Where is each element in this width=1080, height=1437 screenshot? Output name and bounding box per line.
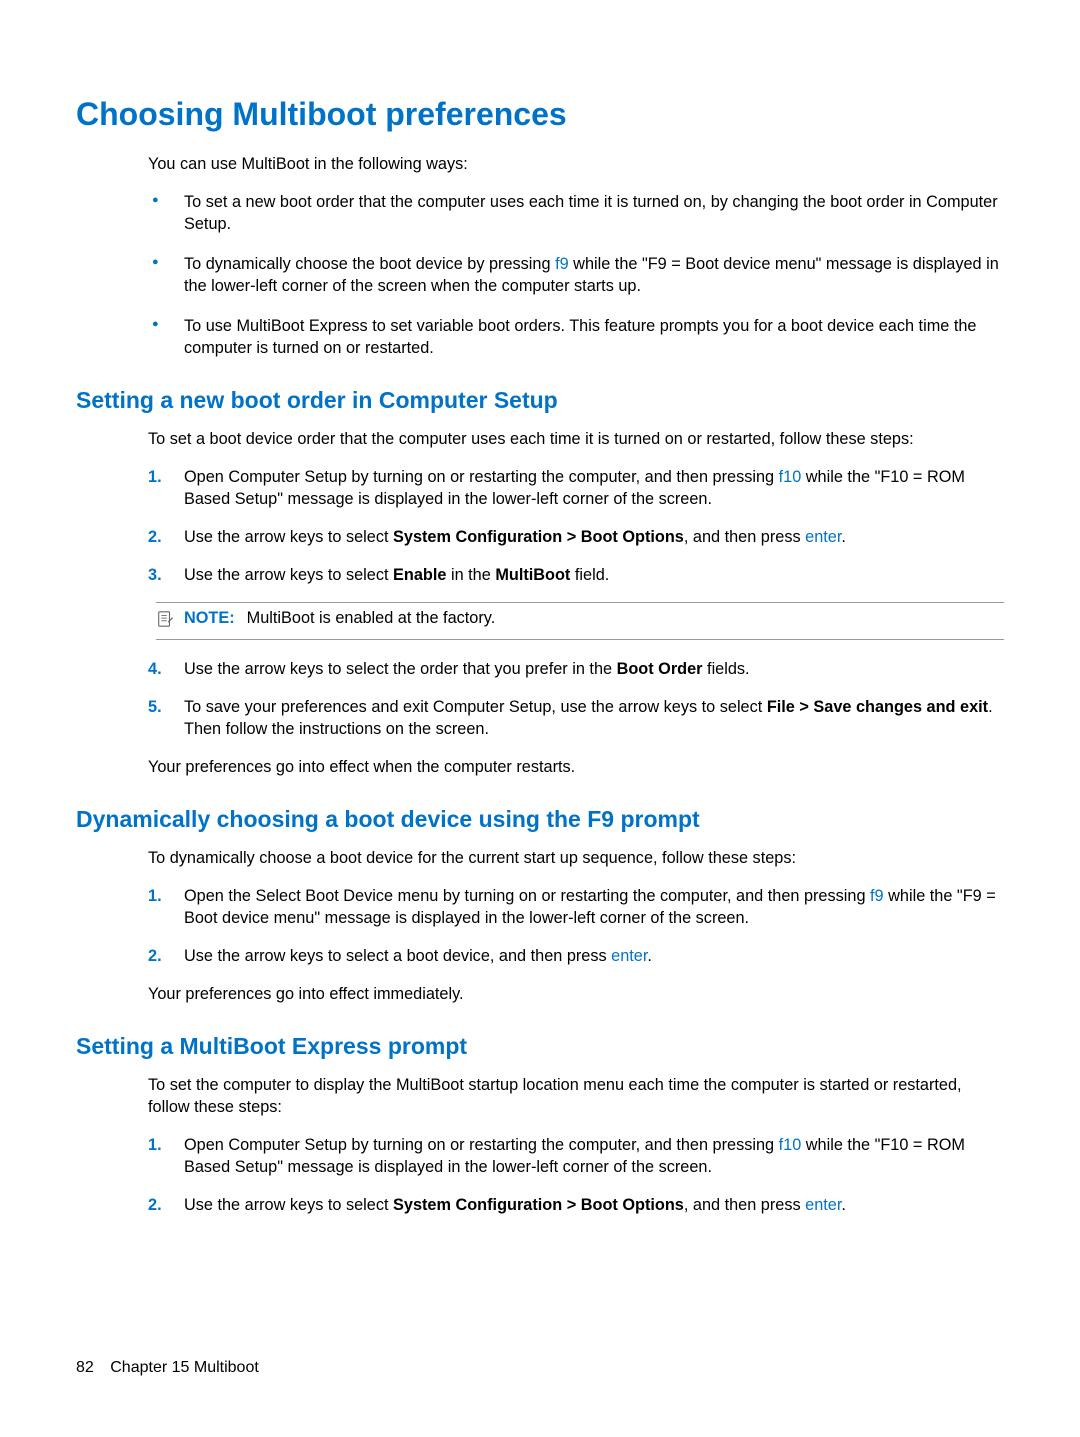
- main-heading: Choosing Multiboot preferences: [76, 96, 1004, 133]
- bullet-list: To set a new boot order that the compute…: [148, 191, 1004, 359]
- list-item: Open Computer Setup by turning on or res…: [148, 1134, 1004, 1178]
- text: , and then press: [684, 528, 805, 546]
- text: Use the arrow keys to select a boot devi…: [184, 947, 611, 965]
- bold-text: Enable: [393, 566, 446, 584]
- text: .: [647, 947, 652, 965]
- chapter-label: Chapter 15 Multiboot: [110, 1359, 259, 1376]
- key-text: enter: [611, 947, 647, 965]
- key-text: f10: [779, 468, 802, 486]
- text: Open the Select Boot Device menu by turn…: [184, 887, 870, 905]
- note-text: MultiBoot is enabled at the factory.: [247, 609, 496, 627]
- ordered-list-cont: Use the arrow keys to select the order t…: [148, 658, 1004, 740]
- text: Use the arrow keys to select: [184, 528, 393, 546]
- section-heading: Dynamically choosing a boot device using…: [76, 806, 1004, 833]
- intro-block: You can use MultiBoot in the following w…: [148, 153, 1004, 359]
- bold-text: System Configuration > Boot Options: [393, 1196, 684, 1214]
- section-outro: Your preferences go into effect immediat…: [148, 983, 1004, 1005]
- ordered-list: Open Computer Setup by turning on or res…: [148, 466, 1004, 586]
- ordered-list: Open the Select Boot Device menu by turn…: [148, 885, 1004, 967]
- text: Use the arrow keys to select: [184, 566, 393, 584]
- section1-body: To set a boot device order that the comp…: [148, 428, 1004, 778]
- text: Use the arrow keys to select: [184, 1196, 393, 1214]
- bold-text: File > Save changes and exit: [767, 698, 988, 716]
- page-number: 82: [76, 1359, 94, 1376]
- section-heading: Setting a MultiBoot Express prompt: [76, 1033, 1004, 1060]
- section-intro: To set the computer to display the Multi…: [148, 1074, 1004, 1118]
- section-intro: To set a boot device order that the comp…: [148, 428, 1004, 450]
- page-content: Choosing Multiboot preferences You can u…: [0, 0, 1080, 1216]
- text: in the: [446, 566, 495, 584]
- list-item: To set a new boot order that the compute…: [148, 191, 1004, 235]
- note-content: NOTE: MultiBoot is enabled at the factory…: [184, 609, 495, 628]
- text: , and then press: [684, 1196, 805, 1214]
- bold-text: System Configuration > Boot Options: [393, 528, 684, 546]
- list-item: To dynamically choose the boot device by…: [148, 253, 1004, 297]
- list-item: Open the Select Boot Device menu by turn…: [148, 885, 1004, 929]
- bold-text: MultiBoot: [495, 566, 570, 584]
- text: .: [841, 528, 846, 546]
- list-item: Use the arrow keys to select the order t…: [148, 658, 1004, 680]
- bold-text: Boot Order: [617, 660, 703, 678]
- key-text: f10: [779, 1136, 802, 1154]
- key-text: enter: [805, 528, 841, 546]
- page-footer: 82 Chapter 15 Multiboot: [76, 1359, 259, 1377]
- text: Open Computer Setup by turning on or res…: [184, 468, 779, 486]
- text: To use MultiBoot Express to set variable…: [184, 317, 976, 357]
- section-intro: To dynamically choose a boot device for …: [148, 847, 1004, 869]
- section-outro: Your preferences go into effect when the…: [148, 756, 1004, 778]
- list-item: To save your preferences and exit Comput…: [148, 696, 1004, 740]
- intro-text: You can use MultiBoot in the following w…: [148, 153, 1004, 175]
- key-text: f9: [870, 887, 884, 905]
- list-item: Use the arrow keys to select Enable in t…: [148, 564, 1004, 586]
- list-item: Use the arrow keys to select a boot devi…: [148, 945, 1004, 967]
- note-icon: [156, 610, 176, 633]
- list-item: To use MultiBoot Express to set variable…: [148, 315, 1004, 359]
- text: Use the arrow keys to select the order t…: [184, 660, 617, 678]
- list-item: Use the arrow keys to select System Conf…: [148, 1194, 1004, 1216]
- text: To dynamically choose the boot device by…: [184, 255, 555, 273]
- note-box: NOTE: MultiBoot is enabled at the factory…: [156, 602, 1004, 640]
- key-text: f9: [555, 255, 569, 273]
- text: To set a new boot order that the compute…: [184, 193, 998, 233]
- text: fields.: [703, 660, 750, 678]
- list-item: Open Computer Setup by turning on or res…: [148, 466, 1004, 510]
- section3-body: To set the computer to display the Multi…: [148, 1074, 1004, 1216]
- section2-body: To dynamically choose a boot device for …: [148, 847, 1004, 1005]
- list-item: Use the arrow keys to select System Conf…: [148, 526, 1004, 548]
- text: Open Computer Setup by turning on or res…: [184, 1136, 779, 1154]
- text: .: [841, 1196, 846, 1214]
- text: field.: [570, 566, 609, 584]
- text: To save your preferences and exit Comput…: [184, 698, 767, 716]
- note-label: NOTE:: [184, 609, 235, 627]
- ordered-list: Open Computer Setup by turning on or res…: [148, 1134, 1004, 1216]
- section-heading: Setting a new boot order in Computer Set…: [76, 387, 1004, 414]
- key-text: enter: [805, 1196, 841, 1214]
